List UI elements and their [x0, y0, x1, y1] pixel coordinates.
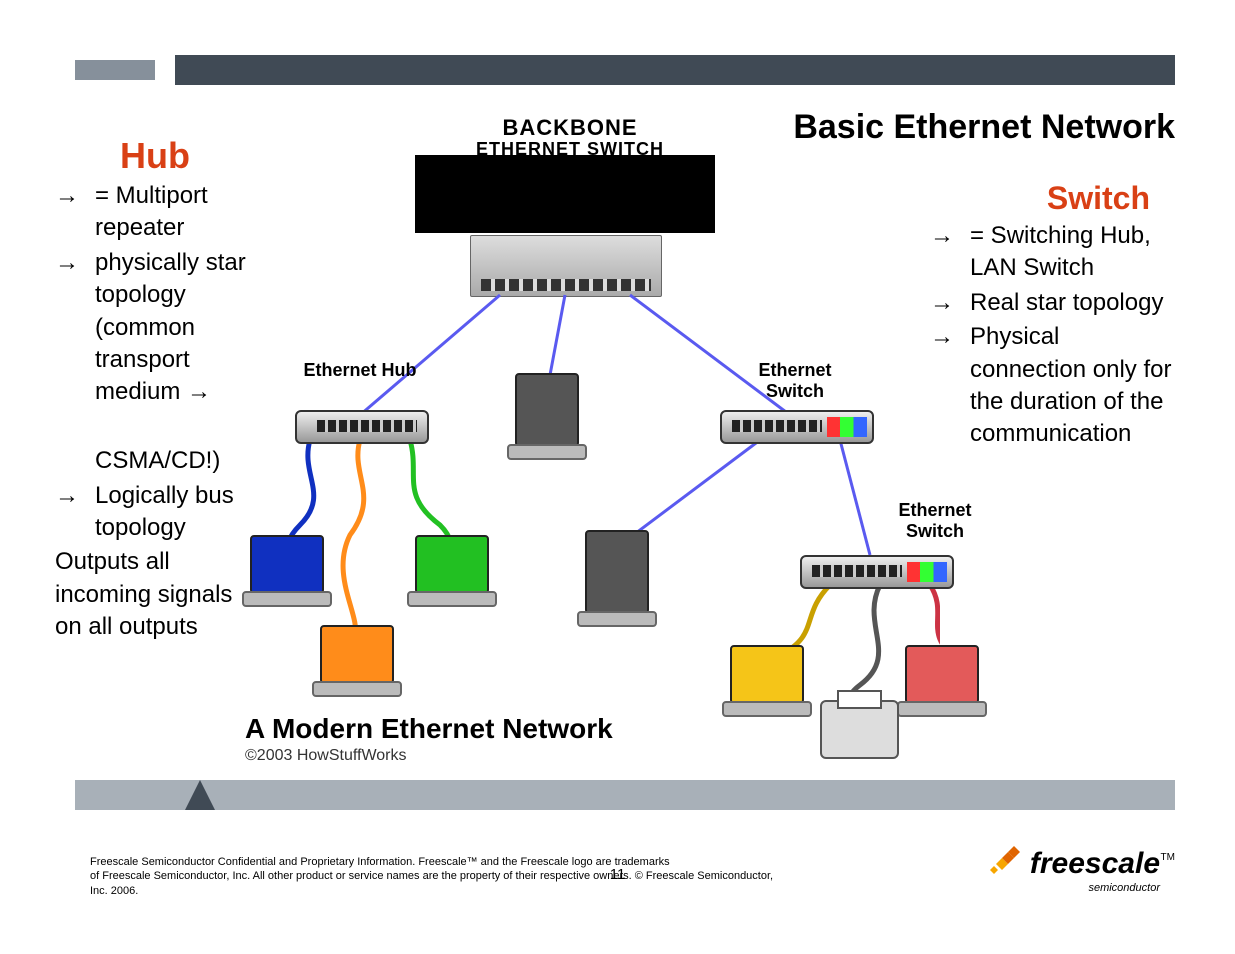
hub-bullet-text: Logically bus topology	[95, 480, 250, 545]
hub-bullet-text: physically star topology (common transpo…	[95, 247, 250, 409]
switch-bullet: → Physical connection only for the durat…	[930, 321, 1180, 451]
decor-bottom-arrow-icon	[185, 780, 215, 810]
hub-tail: Outputs all incoming signals on all outp…	[55, 546, 250, 643]
decor-bar-large	[175, 55, 1175, 85]
page-number: 11	[610, 866, 626, 883]
arrow-icon: →	[55, 180, 95, 212]
pc-green-icon	[415, 535, 489, 594]
decor-bottom-bar	[75, 780, 1175, 810]
hub-device-icon	[295, 410, 429, 444]
footer-line-2: of Freescale Semiconductor, Inc. All oth…	[90, 870, 773, 896]
diagram-footer-title: A Modern Ethernet Network	[245, 713, 613, 745]
switch-label-mid: Ethernet Switch	[730, 360, 860, 402]
switch-bullet-list: → = Switching Hub, LAN Switch → Real sta…	[930, 220, 1180, 453]
hub-bullet-list: → = Multiport repeater → physically star…	[55, 180, 250, 645]
pc-blue-icon	[250, 535, 324, 594]
pc-yellow-icon	[730, 645, 804, 704]
logo-tm: TM	[1161, 852, 1175, 863]
hub-bullet-text: = Multiport repeater	[95, 180, 250, 245]
hub-heading: Hub	[120, 135, 190, 177]
logo-mark-icon	[988, 840, 1024, 876]
hub-bullet: → physically star topology (common trans…	[55, 247, 250, 409]
hub-bullet: → Logically bus topology	[55, 480, 250, 545]
backbone-switch-icon	[470, 235, 662, 297]
hub-tail-text: → Outputs all incoming signals on all ou…	[15, 546, 250, 643]
logo-text: freescale	[1030, 847, 1160, 881]
pc-red-icon	[905, 645, 979, 704]
decor-bar-small	[75, 60, 155, 80]
footer-line-1: Freescale Semiconductor Confidential and…	[90, 856, 670, 868]
redacted-box	[415, 155, 715, 233]
switch-bullet: → Real star topology	[930, 287, 1180, 319]
hub-bullet: → CSMA/CD!)	[55, 445, 250, 477]
hub-bullet: → = Multiport repeater	[55, 180, 250, 245]
hub-bullet-spacer: →	[55, 411, 250, 443]
diagram-footer-sub: ©2003 HowStuffWorks	[245, 747, 407, 765]
network-diagram: BACKBONE ETHERNET SWITCH Ethernet Hub Et…	[240, 115, 940, 765]
switch-heading: Switch	[1047, 180, 1150, 217]
arrow-icon: →	[55, 247, 95, 279]
printer-icon	[820, 700, 899, 759]
pc-grey1-icon	[515, 373, 579, 447]
switch-bullet-text: Physical connection only for the duratio…	[970, 321, 1180, 451]
footer-legal: Freescale Semiconductor Confidential and…	[90, 855, 790, 898]
arrow-icon: →	[55, 480, 95, 512]
switch-bullet-text: = Switching Hub, LAN Switch	[970, 220, 1180, 285]
hub-label: Ethernet Hub	[295, 360, 425, 381]
logo-subtext: semiconductor	[1088, 882, 1160, 894]
backbone-label-1: BACKBONE	[430, 115, 710, 141]
pc-grey2-icon	[585, 530, 649, 614]
switch-label-low: Ethernet Switch	[870, 500, 1000, 542]
pc-orange-icon	[320, 625, 394, 684]
switch-device-mid-icon	[720, 410, 874, 444]
switch-device-low-icon	[800, 555, 954, 589]
hub-bullet-text: CSMA/CD!)	[95, 445, 250, 477]
switch-bullet-text: Real star topology	[970, 287, 1180, 319]
freescale-logo: freescale	[988, 840, 1160, 876]
switch-bullet: → = Switching Hub, LAN Switch	[930, 220, 1180, 285]
slide: Basic Ethernet Network Hub → = Multiport…	[0, 0, 1235, 954]
